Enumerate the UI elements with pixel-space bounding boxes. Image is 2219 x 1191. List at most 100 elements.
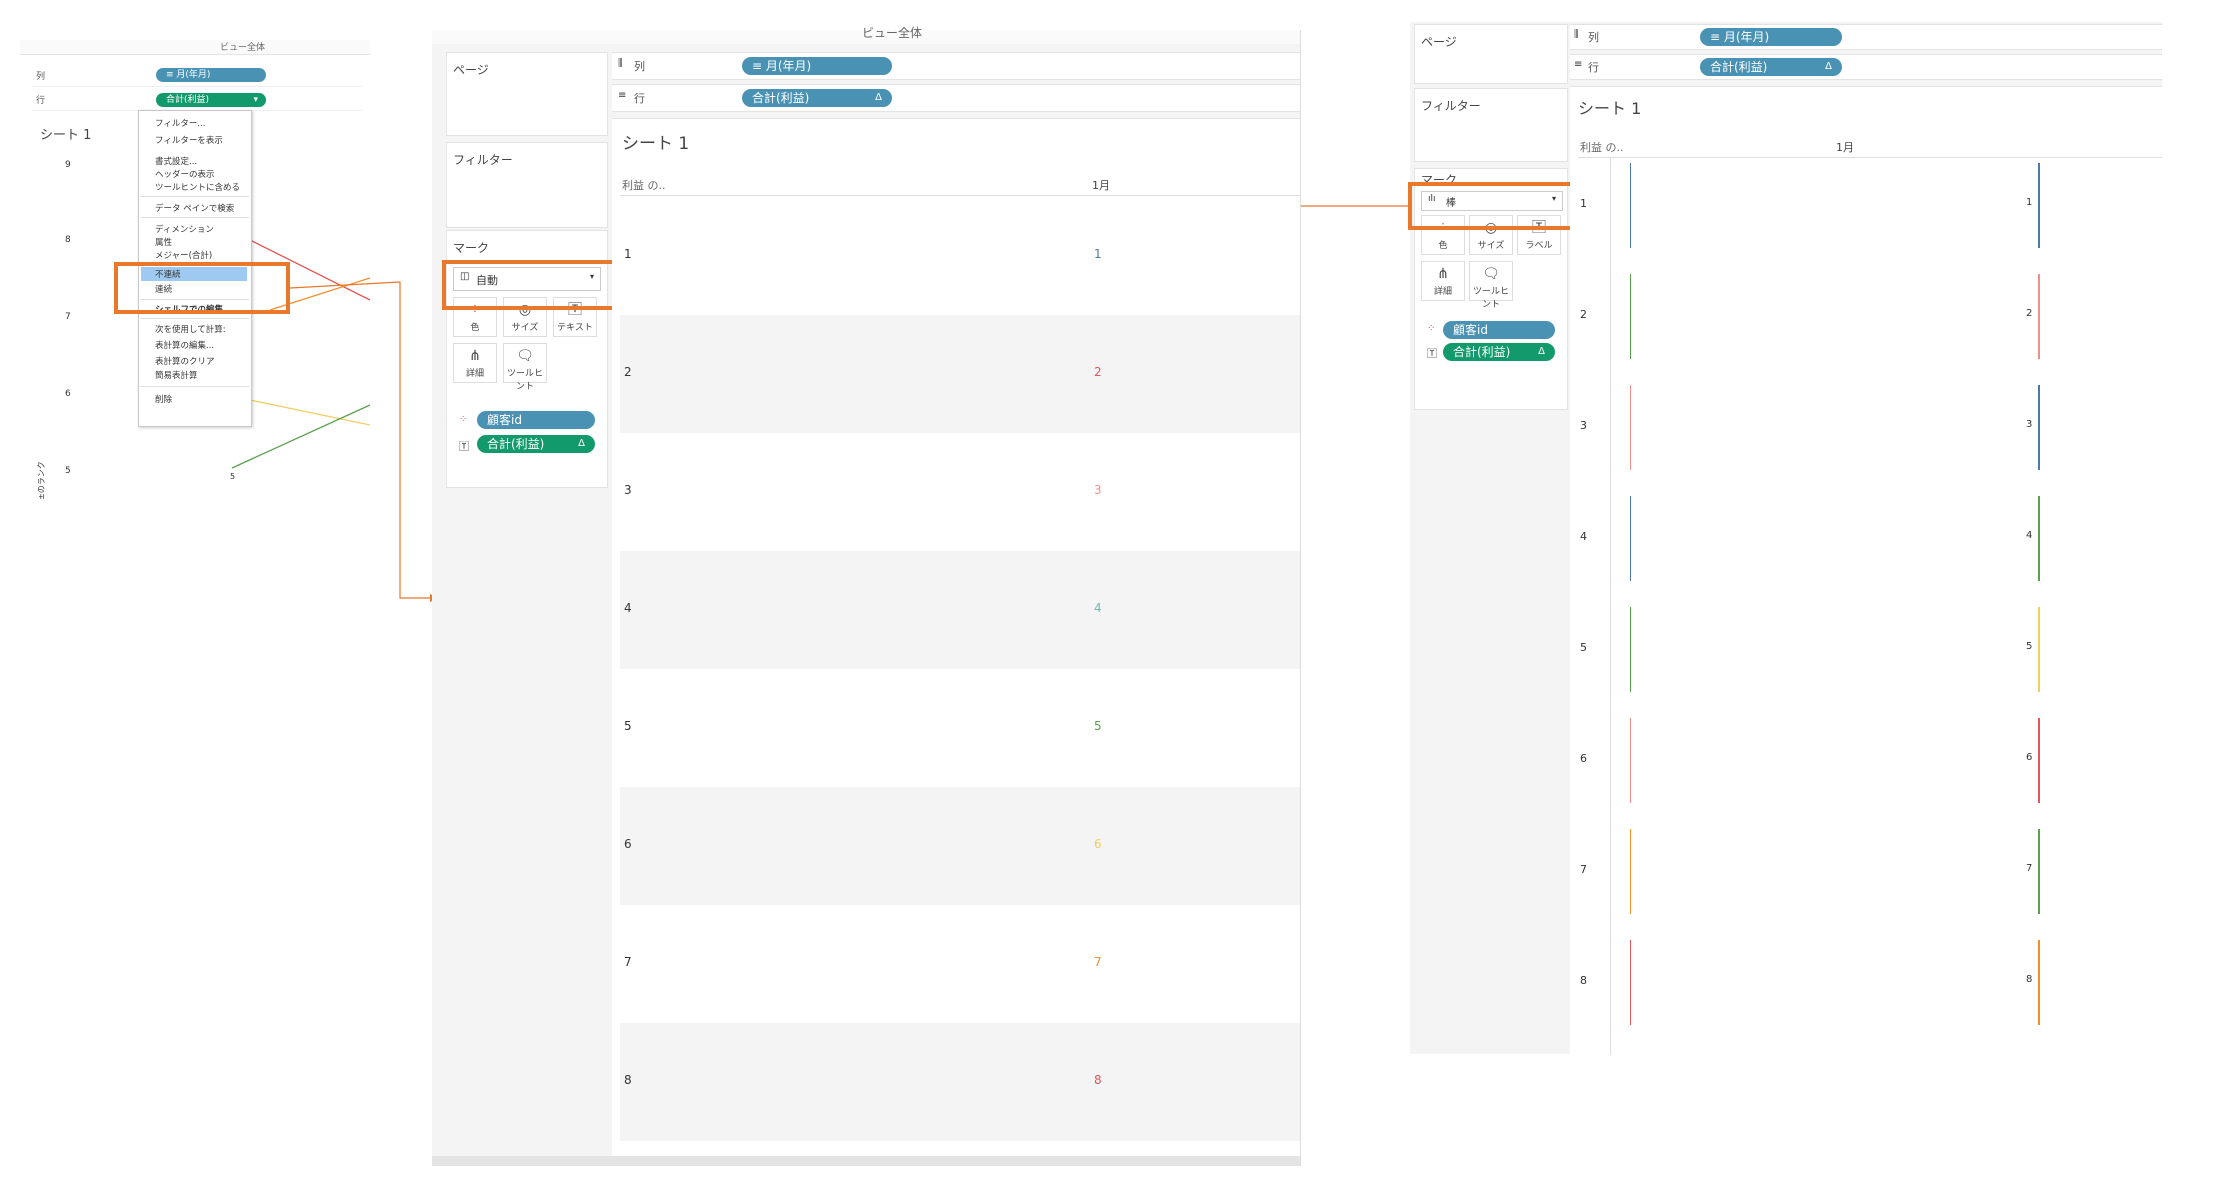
table-row: 22 xyxy=(620,315,1300,433)
table-calc-delta-icon: Δ xyxy=(578,438,585,449)
row-label: 6 xyxy=(624,837,632,851)
middle-scrollbar[interactable] xyxy=(432,1156,1300,1166)
value-label: 3 xyxy=(1094,483,1102,497)
header-divider xyxy=(620,195,1300,196)
row-label: 3 xyxy=(1580,419,1587,432)
row-label: 1 xyxy=(1580,197,1587,210)
mark-button-label: ラベル xyxy=(1525,241,1553,251)
middle-screenshot: ページ フィルター マーク ◫ 自動 ▾ ⁘ 色 ◎ サイズ 🅃 テキスト ⋔ 詳細 🗨… xyxy=(432,26,1301,1166)
value-label: 1 xyxy=(1094,247,1102,261)
table-calc-delta-icon: Δ xyxy=(1538,346,1545,357)
bar-value-label: 6 xyxy=(2026,752,2033,763)
right-columns-pill[interactable]: ≡ 月(年月) xyxy=(1700,28,1842,46)
tooltip-icon: 🗨 xyxy=(1482,266,1500,282)
sum-profit-pill[interactable]: 合計(利益) Δ xyxy=(477,435,595,453)
tooltip-button[interactable]: 🗨 ツールヒント xyxy=(1469,261,1513,310)
tooltip-icon: 🗨 xyxy=(516,348,534,364)
table-row: 55 xyxy=(620,669,1300,787)
right-sheet: シート 1 利益 の.. 1月 1 1 2 2 3 3 4 4 5 5 6 6 7 7 8 8 xyxy=(1570,86,2162,1055)
rows-label: 行 xyxy=(634,92,645,105)
row-label: 2 xyxy=(1580,308,1587,321)
bar-mark xyxy=(1630,940,1631,1025)
table-calc-delta-icon: Δ xyxy=(875,92,882,103)
pages-label: ページ xyxy=(453,63,489,77)
bar-mark xyxy=(2038,385,2040,470)
rows-icon: ≡ xyxy=(1574,59,1583,70)
bar-value-label: 3 xyxy=(2026,419,2033,430)
bar-mark xyxy=(2038,163,2040,248)
detail-button[interactable]: ⋔ 詳細 xyxy=(453,343,497,383)
bar-value-label: 1 xyxy=(2026,197,2033,208)
bar-mark xyxy=(1630,829,1631,914)
customer-id-pill[interactable]: 顧客id xyxy=(477,411,595,429)
bar-mark xyxy=(2038,718,2040,803)
rows-label: 行 xyxy=(1588,61,1599,74)
value-label: 6 xyxy=(1094,837,1102,851)
bar-value-label: 8 xyxy=(2026,974,2033,985)
value-label: 8 xyxy=(1094,1073,1102,1087)
bar-mark xyxy=(2038,940,2040,1025)
right-rows-container: 1 1 2 2 3 3 4 4 5 5 6 6 7 7 8 8 xyxy=(1570,159,2162,1055)
middle-columns-pill[interactable]: ≡ 月(年月) xyxy=(742,57,892,75)
column-header: 1月 xyxy=(1092,179,1110,192)
row-label: 5 xyxy=(624,719,632,733)
customer-id-pill[interactable]: 顧客id xyxy=(1443,321,1555,339)
row-label: 1 xyxy=(624,247,632,261)
middle-mark-type-highlight xyxy=(442,260,622,310)
row-label: 2 xyxy=(624,365,632,379)
sheet-title: シート 1 xyxy=(1578,99,1642,118)
bar-mark xyxy=(2038,829,2040,914)
table-row: 88 xyxy=(620,1023,1300,1141)
right-filters-card: フィルター xyxy=(1414,88,1568,162)
detail-button[interactable]: ⋔ 詳細 xyxy=(1421,261,1465,301)
header-divider xyxy=(1578,157,2162,158)
middle-view-dropdown[interactable]: ビュー全体 xyxy=(862,24,922,41)
columns-label: 列 xyxy=(634,60,645,73)
mark-button-label: 詳細 xyxy=(1433,287,1452,297)
bar-mark xyxy=(1630,385,1631,470)
column-header: 1月 xyxy=(1836,141,1854,154)
bar-value-label: 4 xyxy=(2026,530,2033,541)
mark-button-label: サイズ xyxy=(1477,241,1505,251)
sheet-title: シート 1 xyxy=(622,134,690,154)
bar-mark xyxy=(1630,718,1631,803)
filters-label: フィルター xyxy=(453,153,513,167)
right-mark-type-highlight xyxy=(1408,182,1584,230)
detail-icon: ⋔ xyxy=(469,348,481,364)
table-row: 33 xyxy=(620,433,1300,551)
marks-label: マーク xyxy=(453,241,490,255)
row-header: 利益 の.. xyxy=(1580,141,1624,154)
bar-mark xyxy=(2038,607,2040,692)
value-label: 4 xyxy=(1094,601,1102,615)
middle-pages-card: ページ xyxy=(446,52,608,136)
row-label: 4 xyxy=(624,601,632,615)
mark-button-label: 色 xyxy=(1438,241,1448,251)
row-label: 8 xyxy=(1580,974,1587,987)
bar-mark xyxy=(1630,496,1631,581)
middle-toolbar: ビュー全体 xyxy=(432,26,1300,44)
right-rows-shelf: ≡ 行 合計(利益) Δ xyxy=(1570,54,2162,80)
bar-mark xyxy=(1630,274,1631,359)
mark-button-label: 詳細 xyxy=(465,369,484,379)
middle-sheet: シート 1 利益 の.. 1月 1122334455667788 xyxy=(612,118,1300,1159)
color-field-icon: ⁘ xyxy=(1427,323,1436,334)
row-label: 7 xyxy=(624,955,632,969)
row-label: 7 xyxy=(1580,863,1587,876)
table-row: 77 xyxy=(620,905,1300,1023)
right-screenshot: ページ フィルター マーク ılı 棒 ▾ ⁘ 色 ◎ サイズ 🅃 ラベル ⋔ 詳細 🗨… xyxy=(1408,22,2162,1055)
value-label: 7 xyxy=(1094,955,1102,969)
tooltip-button[interactable]: 🗨 ツールヒント xyxy=(503,343,547,392)
bar-mark xyxy=(1630,607,1631,692)
middle-rows-pill[interactable]: 合計(利益) Δ xyxy=(742,89,892,107)
table-row: 66 xyxy=(620,787,1300,905)
value-label: 2 xyxy=(1094,365,1102,379)
right-rows-pill[interactable]: 合計(利益) Δ xyxy=(1700,58,1842,76)
columns-icon: ⫼ xyxy=(1574,29,1579,40)
sum-profit-pill[interactable]: 合計(利益) Δ xyxy=(1443,343,1555,361)
right-columns-shelf: ⫼ 列 ≡ 月(年月) xyxy=(1570,24,2162,50)
middle-rows-shelf: ≡ 行 合計(利益) Δ xyxy=(612,84,1300,112)
bar-value-label: 2 xyxy=(2026,308,2033,319)
bar-value-label: 5 xyxy=(2026,641,2033,652)
bar-mark xyxy=(2038,496,2040,581)
middle-columns-shelf: ⫼ 列 ≡ 月(年月) xyxy=(612,52,1300,80)
